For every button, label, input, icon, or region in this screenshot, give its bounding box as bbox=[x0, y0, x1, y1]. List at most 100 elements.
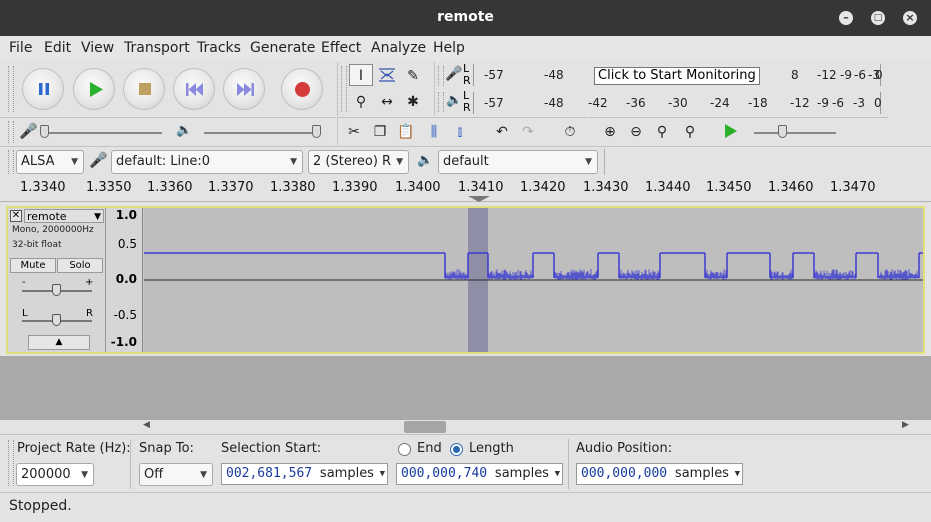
redo-button[interactable]: ↷ bbox=[516, 120, 540, 142]
selection-start-label: Selection Start: bbox=[221, 441, 322, 456]
envelope-tool-button[interactable] bbox=[375, 64, 399, 86]
draw-tool-button[interactable]: ✎ bbox=[401, 64, 425, 86]
vruler-label: 1.0 bbox=[115, 208, 137, 222]
play-button[interactable] bbox=[73, 68, 115, 110]
audio-position-value: 000,000,000 bbox=[581, 466, 668, 481]
toolbar-grip[interactable] bbox=[438, 92, 444, 112]
toolbar-grip[interactable] bbox=[8, 150, 14, 174]
skip-to-end-button[interactable] bbox=[223, 68, 265, 110]
collapse-track-button[interactable]: ▲ bbox=[28, 335, 90, 350]
menu-generate[interactable]: Generate bbox=[250, 40, 315, 56]
paste-button[interactable]: 📋 bbox=[394, 120, 418, 142]
recording-volume-slider[interactable] bbox=[40, 125, 162, 138]
mute-button[interactable]: Mute bbox=[10, 258, 56, 273]
skip-to-start-button[interactable] bbox=[173, 68, 215, 110]
track-menu-button[interactable]: remote ▼ bbox=[24, 209, 104, 223]
menu-file[interactable]: File bbox=[9, 40, 32, 56]
slider-thumb[interactable] bbox=[312, 125, 321, 138]
toolbar-grip[interactable] bbox=[8, 121, 14, 143]
vruler-label: -0.5 bbox=[113, 308, 137, 322]
end-radio[interactable] bbox=[398, 443, 411, 456]
playback-meter-speaker-icon[interactable]: 🔈 bbox=[446, 93, 462, 108]
zoom-in-icon: ⊕ bbox=[604, 124, 616, 140]
zoom-out-button[interactable]: ⊖ bbox=[624, 120, 648, 142]
audio-position-field[interactable]: 000,000,000 samples ▼ bbox=[576, 463, 743, 485]
multi-tool-button[interactable]: ✱ bbox=[401, 90, 425, 112]
scroll-left-icon[interactable]: ◀ bbox=[143, 420, 150, 430]
unit-label: samples bbox=[494, 466, 549, 481]
channels-dropdown[interactable]: 2 (Stereo) R ▼ bbox=[308, 150, 409, 174]
pan-slider[interactable] bbox=[22, 314, 92, 326]
maximize-icon[interactable]: □ bbox=[871, 11, 885, 25]
rec-tick: -48 bbox=[544, 68, 564, 82]
playback-volume-slider[interactable] bbox=[204, 125, 321, 138]
toolbar-grip[interactable] bbox=[8, 440, 14, 486]
menu-view[interactable]: View bbox=[81, 40, 114, 56]
selection-start-field[interactable]: 002,681,567 samples ▼ bbox=[221, 463, 388, 485]
record-button[interactable] bbox=[281, 68, 323, 110]
recording-device-dropdown[interactable]: default: Line:0 ▼ bbox=[111, 150, 303, 174]
close-track-icon[interactable]: ✕ bbox=[10, 210, 22, 222]
slider-thumb[interactable] bbox=[40, 125, 49, 138]
close-icon[interactable]: × bbox=[903, 11, 917, 25]
scroll-right-icon[interactable]: ▶ bbox=[902, 420, 909, 430]
playback-meter[interactable]: -57 -48 -42 -36 -30 -24 -18 -12 -9 -6 -3… bbox=[473, 92, 882, 114]
zoom-in-button[interactable]: ⊕ bbox=[598, 120, 622, 142]
play-speed-slider[interactable] bbox=[754, 125, 836, 138]
fit-selection-button[interactable]: ⚲ bbox=[650, 120, 674, 142]
menu-tracks[interactable]: Tracks bbox=[197, 40, 241, 56]
toolbar-grip[interactable] bbox=[341, 66, 347, 112]
edit-toolbar: ✂ ❐ 📋 ⫼ ⫾ ↶ ↷ ⏱ bbox=[337, 117, 587, 145]
record-icon bbox=[295, 82, 310, 97]
time-shift-tool-button[interactable]: ↔ bbox=[375, 90, 399, 112]
empty-track-area[interactable] bbox=[0, 356, 931, 420]
pause-button[interactable] bbox=[22, 68, 64, 110]
stop-button[interactable] bbox=[123, 68, 165, 110]
audio-track[interactable]: ✕ remote ▼ Mono, 2000000Hz 32-bit float M… bbox=[6, 206, 925, 354]
slider-thumb[interactable] bbox=[778, 125, 787, 138]
play-at-speed-button[interactable] bbox=[718, 120, 742, 142]
sync-lock-button[interactable]: ⏱ bbox=[558, 120, 582, 142]
monitoring-tooltip[interactable]: Click to Start Monitoring bbox=[594, 67, 760, 85]
horizontal-scrollbar[interactable]: ◀ ▶ bbox=[0, 420, 931, 434]
stop-icon bbox=[139, 83, 151, 95]
undo-button[interactable]: ↶ bbox=[490, 120, 514, 142]
cut-button[interactable]: ✂ bbox=[342, 120, 366, 142]
snap-to-dropdown[interactable]: Off ▼ bbox=[139, 463, 213, 486]
length-radio[interactable] bbox=[450, 443, 463, 456]
fit-project-button[interactable]: ⚲ bbox=[678, 120, 702, 142]
rec-meter-r: R bbox=[463, 74, 471, 87]
magnifier-icon: ⚲ bbox=[355, 94, 367, 110]
gain-slider[interactable] bbox=[22, 284, 92, 296]
menu-help[interactable]: Help bbox=[433, 40, 465, 56]
project-rate-combo[interactable]: 200000 ▼ bbox=[16, 463, 94, 486]
slider-thumb[interactable] bbox=[52, 314, 61, 326]
record-meter-mic-icon[interactable]: 🎤 bbox=[445, 66, 462, 82]
slider-thumb[interactable] bbox=[52, 284, 61, 296]
unit-label: samples bbox=[674, 466, 729, 481]
waveform-area[interactable] bbox=[144, 208, 923, 352]
selection-tool-button[interactable]: I bbox=[349, 64, 373, 86]
toolbar-grip[interactable] bbox=[8, 66, 14, 112]
audio-host-dropdown[interactable]: ALSA ▼ bbox=[16, 150, 84, 174]
menu-transport[interactable]: Transport bbox=[124, 40, 190, 56]
minimize-icon[interactable]: – bbox=[839, 11, 853, 25]
rec-tick: 0 bbox=[875, 68, 883, 82]
length-field[interactable]: 000,000,740 samples ▼ bbox=[396, 463, 563, 485]
solo-button[interactable]: Solo bbox=[57, 258, 103, 273]
copy-button[interactable]: ❐ bbox=[368, 120, 392, 142]
zoom-tool-button[interactable]: ⚲ bbox=[349, 90, 373, 112]
scroll-thumb[interactable] bbox=[404, 421, 446, 433]
trim-button[interactable]: ⫼ bbox=[422, 120, 446, 142]
vertical-ruler[interactable]: 1.0 0.5 0.0 -0.5 -1.0 bbox=[106, 208, 143, 352]
timeline-ruler[interactable]: 1.3340 1.3350 1.3360 1.3370 1.3380 1.339… bbox=[0, 176, 931, 202]
playback-device-dropdown[interactable]: default ▼ bbox=[438, 150, 598, 174]
menu-edit[interactable]: Edit bbox=[44, 40, 71, 56]
toolbar-grip[interactable] bbox=[438, 66, 444, 86]
silence-button[interactable]: ⫾ bbox=[448, 120, 472, 142]
ruler-label: 1.3400 bbox=[395, 180, 441, 195]
menu-analyze[interactable]: Analyze bbox=[371, 40, 426, 56]
pause-icon bbox=[39, 83, 49, 95]
play-tick: 0 bbox=[874, 96, 882, 110]
menu-effect[interactable]: Effect bbox=[321, 40, 361, 56]
